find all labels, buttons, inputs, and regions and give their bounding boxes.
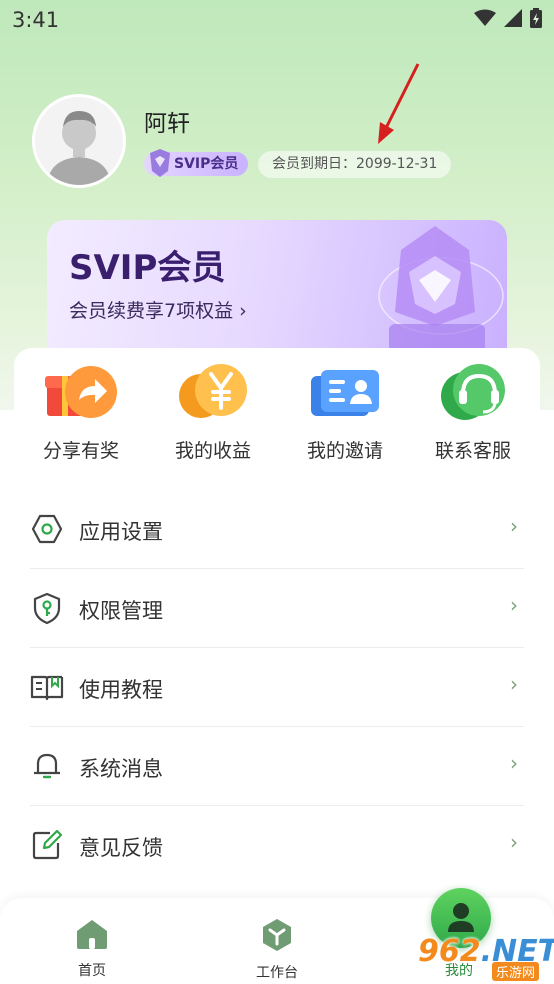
chevron-right-icon: › <box>510 593 518 617</box>
headset-icon <box>441 364 505 420</box>
default-avatar-icon <box>47 111 111 185</box>
shield-key-icon <box>33 592 61 625</box>
svip-badge: SVIP会员 <box>144 149 249 177</box>
avatar[interactable] <box>32 94 126 188</box>
menu-item-label: 意见反馈 <box>79 836 163 860</box>
workbench-cube-icon <box>263 919 291 951</box>
settings-menu: 应用设置 › 权限管理 › 使用教程 › 系统消息 › 意见反馈 › <box>30 490 524 884</box>
shortcut-row: 分享有奖 我的收益 我的邀请 联系客服 <box>14 362 540 472</box>
chevron-right-icon: › <box>510 751 518 775</box>
shortcut-support[interactable]: 联系客服 <box>418 362 528 463</box>
chevron-right-icon: › <box>510 672 518 696</box>
svip-badge-label: SVIP会员 <box>174 156 239 172</box>
svip-gem-icon <box>150 149 170 177</box>
menu-item-system-messages[interactable]: 系统消息 › <box>30 727 524 806</box>
home-icon <box>77 920 107 949</box>
battery-icon <box>530 8 542 28</box>
shortcut-earnings[interactable]: 我的收益 <box>158 362 268 463</box>
book-icon <box>30 675 64 701</box>
watermark-sub: 乐游网 <box>492 962 540 981</box>
signal-icon <box>504 9 522 27</box>
gift-share-icon <box>45 366 117 418</box>
menu-item-app-settings[interactable]: 应用设置 › <box>30 490 524 569</box>
svip-card-subtitle: 会员续费享7项权益 › <box>69 300 247 322</box>
wifi-icon <box>474 9 496 26</box>
expiry-date: 会员到期日：2099-12-31 <box>258 151 452 178</box>
shortcut-earnings-label: 我的收益 <box>174 440 251 462</box>
chevron-right-icon: › <box>510 514 518 538</box>
annotation-arrow <box>378 63 420 144</box>
status-icons <box>474 8 542 28</box>
menu-item-label: 系统消息 <box>79 757 163 781</box>
shortcut-support-label: 联系客服 <box>434 440 511 462</box>
status-time: 3:41 <box>12 8 60 32</box>
site-watermark: 962.NET 乐游网 <box>418 934 554 982</box>
tab-workbench[interactable]: 工作台 <box>232 918 322 982</box>
tab-home-label: 首页 <box>78 963 106 979</box>
crown-diamond-icon <box>378 226 504 354</box>
invite-card-icon <box>311 370 379 416</box>
watermark-number: 962 <box>418 934 481 969</box>
chevron-right-icon: › <box>510 830 518 854</box>
svip-card-title: SVIP会员 <box>69 248 226 288</box>
coin-yen-icon <box>179 364 247 418</box>
shortcut-invite[interactable]: 我的邀请 <box>290 362 400 463</box>
user-name: 阿轩 <box>144 111 190 137</box>
bell-icon <box>34 753 60 779</box>
shortcut-invite-label: 我的邀请 <box>306 440 383 462</box>
status-bar: 3:41 <box>0 0 554 40</box>
menu-item-tutorial[interactable]: 使用教程 › <box>30 648 524 727</box>
tab-workbench-label: 工作台 <box>256 965 298 981</box>
menu-item-permissions[interactable]: 权限管理 › <box>30 569 524 648</box>
menu-item-label: 应用设置 <box>79 520 163 544</box>
edit-icon <box>32 829 63 860</box>
menu-item-label: 使用教程 <box>79 678 163 702</box>
tab-home[interactable]: 首页 <box>47 918 137 980</box>
menu-item-feedback[interactable]: 意见反馈 › <box>30 806 524 884</box>
shortcut-share[interactable]: 分享有奖 <box>26 362 136 463</box>
menu-item-label: 权限管理 <box>79 599 163 623</box>
shortcut-share-label: 分享有奖 <box>42 440 119 462</box>
settings-hexagon-icon <box>31 514 63 544</box>
